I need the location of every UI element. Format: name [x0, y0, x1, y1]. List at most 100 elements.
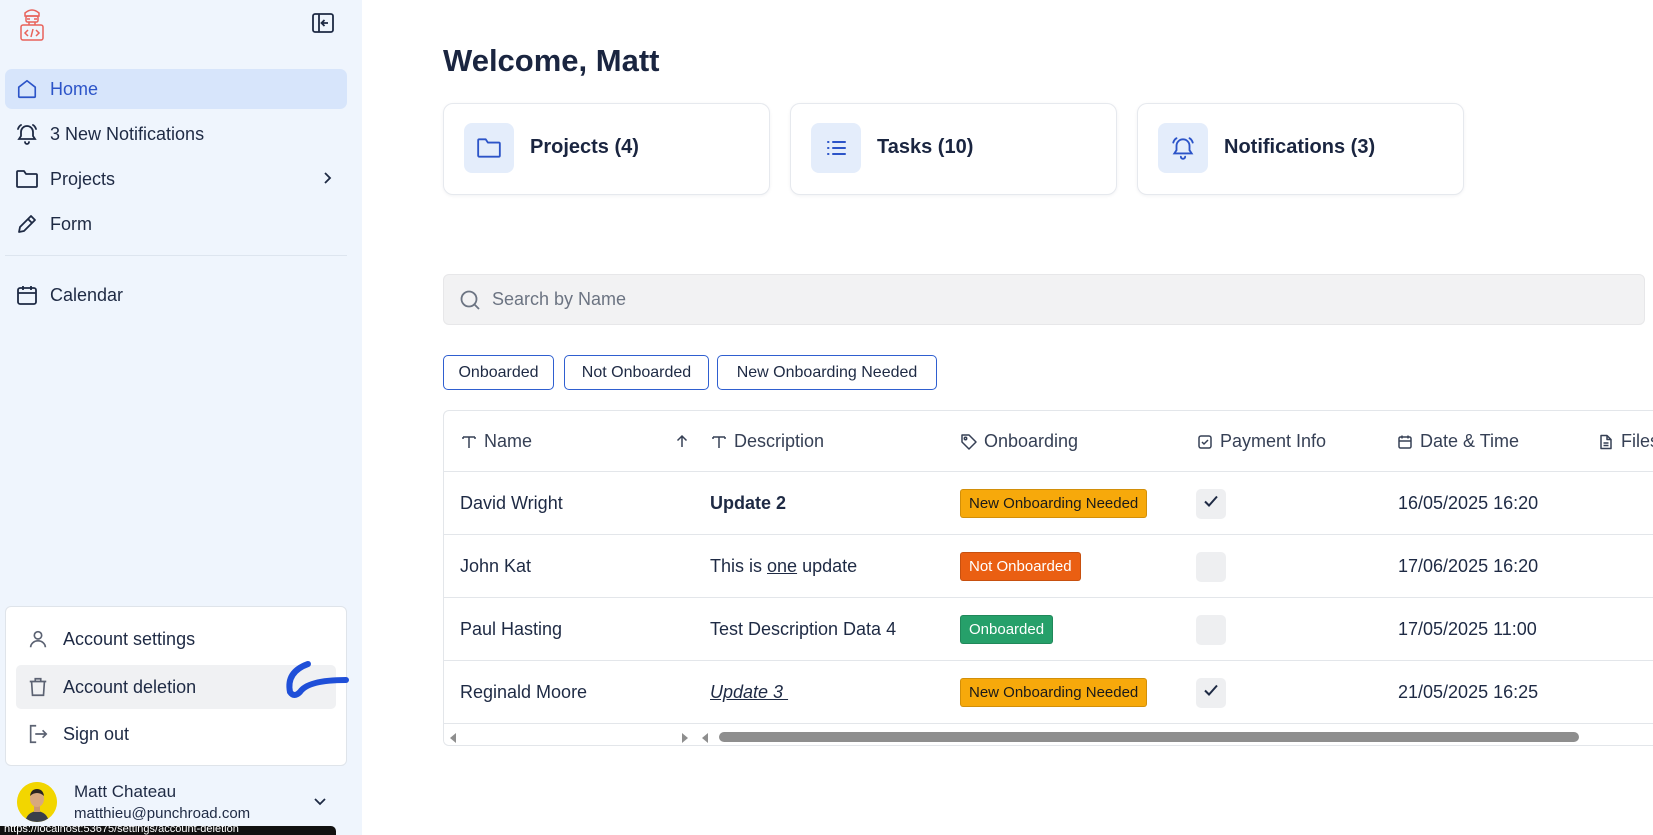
- sidebar-item-label: Form: [50, 213, 92, 234]
- search-input[interactable]: [492, 289, 1392, 310]
- cell-payment-info: [1196, 661, 1226, 724]
- list-icon: [811, 123, 861, 173]
- sidebar-item-label: Home: [50, 78, 99, 99]
- cell-date-time: 16/05/2025 16:20: [1398, 493, 1539, 513]
- check-icon: [1202, 681, 1220, 704]
- payment-checkbox[interactable]: [1196, 677, 1226, 708]
- search-bar: [443, 274, 1645, 325]
- bell-ringing-icon: [1158, 123, 1208, 173]
- payment-checkbox[interactable]: [1196, 551, 1226, 582]
- filter-not-onboarded[interactable]: Not Onboarded: [564, 355, 709, 390]
- horizontal-scrollbar[interactable]: [444, 726, 1653, 745]
- notifications-card[interactable]: Notifications (3): [1137, 103, 1464, 195]
- sidebar-item-notifications[interactable]: 3 New Notifications: [5, 114, 347, 154]
- projects-card[interactable]: Projects (4): [443, 103, 770, 195]
- column-label: Description: [734, 431, 825, 451]
- sidebar-item-form[interactable]: Form: [5, 204, 347, 244]
- text-type-icon: [460, 433, 478, 451]
- cell-name: David Wright: [460, 493, 563, 513]
- column-label: Files: [1621, 431, 1653, 451]
- sidebar-collapse-icon[interactable]: [311, 12, 337, 36]
- cell-onboarding: Onboarded: [960, 598, 1054, 661]
- column-header-description[interactable]: Description: [710, 411, 824, 472]
- checkbox-icon: [1196, 433, 1214, 451]
- column-label: Onboarding: [984, 431, 1079, 451]
- main-content: Welcome, Matt Projects (4) Tasks (10) No…: [362, 0, 1653, 835]
- sidebar-item-label: 3 New Notifications: [50, 123, 205, 144]
- sidebar: Home 3 New Notifications Projects Form C…: [0, 0, 362, 835]
- tasks-card[interactable]: Tasks (10): [790, 103, 1117, 195]
- table-row[interactable]: John Kat This is one update Not Onboarde…: [444, 535, 1653, 598]
- table-row[interactable]: Reginald Moore Update 3 New Onboarding N…: [444, 661, 1653, 724]
- scrollbar-thumb[interactable]: [719, 732, 1579, 742]
- home-icon: [14, 76, 40, 102]
- folder-icon: [14, 166, 40, 192]
- sidebar-divider: [5, 255, 347, 256]
- card-label: Projects (4): [530, 136, 639, 158]
- sign-out-item[interactable]: Sign out: [16, 712, 336, 756]
- card-label: Tasks (10): [877, 136, 974, 158]
- cell-description: This is one update: [710, 535, 857, 598]
- filter-new-onboarding-needed[interactable]: New Onboarding Needed: [717, 355, 937, 390]
- cell-description: Test Description Data 4: [710, 619, 897, 639]
- user-name: Matt Chateau: [74, 782, 177, 801]
- table-row[interactable]: David Wright Update 2 New Onboarding Nee…: [444, 472, 1653, 535]
- bell-ringing-icon: [14, 121, 40, 147]
- tag-icon: [960, 433, 978, 451]
- status-badge[interactable]: New Onboarding Needed: [960, 489, 1148, 518]
- sign-out-icon: [26, 722, 50, 746]
- trash-icon: [26, 675, 50, 699]
- status-badge[interactable]: Not Onboarded: [960, 552, 1081, 581]
- status-url-text: https://localhost:53675/settings/account…: [4, 826, 239, 835]
- sort-ascending-icon[interactable]: [674, 433, 690, 454]
- cell-name: John Kat: [460, 556, 532, 576]
- cell-payment-info: [1196, 535, 1226, 598]
- avatar: [17, 782, 57, 822]
- sidebar-item-projects[interactable]: Projects: [5, 159, 347, 199]
- cell-date-time: 17/05/2025 11:00: [1398, 619, 1537, 639]
- menu-item-label: Account deletion: [63, 676, 197, 697]
- search-icon: [458, 288, 482, 312]
- column-header-name[interactable]: Name: [460, 411, 690, 472]
- folder-icon: [464, 123, 514, 173]
- annotation-arrow-mark: [286, 661, 349, 698]
- chevron-down-icon[interactable]: [312, 793, 328, 814]
- data-table: Name Description Onboarding Payment Info…: [443, 410, 1653, 746]
- scroll-left-icon[interactable]: [448, 731, 458, 745]
- cell-description: Update 3: [710, 682, 789, 702]
- status-badge[interactable]: New Onboarding Needed: [960, 678, 1148, 707]
- cell-date-time: 21/05/2025 16:25: [1398, 682, 1539, 702]
- description-underlined-text: one: [767, 556, 798, 576]
- text-type-icon: [710, 433, 728, 451]
- description-text: This is: [710, 556, 768, 576]
- menu-item-label: Sign out: [63, 723, 130, 744]
- developer-mascot-icon[interactable]: [16, 6, 48, 42]
- sidebar-item-label: Projects: [50, 168, 116, 189]
- cell-name: Paul Hasting: [460, 619, 563, 639]
- table-row[interactable]: Paul Hasting Test Description Data 4 Onb…: [444, 598, 1653, 661]
- filter-onboarded[interactable]: Onboarded: [443, 355, 554, 390]
- cell-date-time: 17/06/2025 16:20: [1398, 556, 1539, 576]
- column-header-onboarding[interactable]: Onboarding: [960, 411, 1078, 472]
- cell-description: Update 2: [710, 493, 787, 513]
- status-badge[interactable]: Onboarded: [960, 615, 1054, 644]
- payment-checkbox[interactable]: [1196, 488, 1226, 519]
- account-settings-item[interactable]: Account settings: [16, 617, 336, 661]
- user-icon: [26, 627, 50, 651]
- file-icon: [1597, 433, 1615, 451]
- column-header-date-time[interactable]: Date & Time: [1396, 411, 1519, 472]
- payment-checkbox[interactable]: [1196, 614, 1226, 645]
- calendar-icon: [14, 282, 40, 308]
- scroll-left-icon[interactable]: [700, 731, 710, 745]
- column-header-files[interactable]: Files: [1597, 411, 1653, 472]
- sidebar-item-label: Calendar: [50, 284, 124, 305]
- cell-onboarding: New Onboarding Needed: [960, 661, 1148, 724]
- column-header-payment-info[interactable]: Payment Info: [1196, 411, 1326, 472]
- cell-payment-info: [1196, 472, 1226, 535]
- cell-name: Reginald Moore: [460, 682, 588, 702]
- scroll-right-icon[interactable]: [680, 731, 690, 745]
- check-icon: [1202, 492, 1220, 515]
- cell-onboarding: Not Onboarded: [960, 535, 1081, 598]
- sidebar-item-home[interactable]: Home: [5, 69, 347, 109]
- sidebar-item-calendar[interactable]: Calendar: [5, 275, 347, 315]
